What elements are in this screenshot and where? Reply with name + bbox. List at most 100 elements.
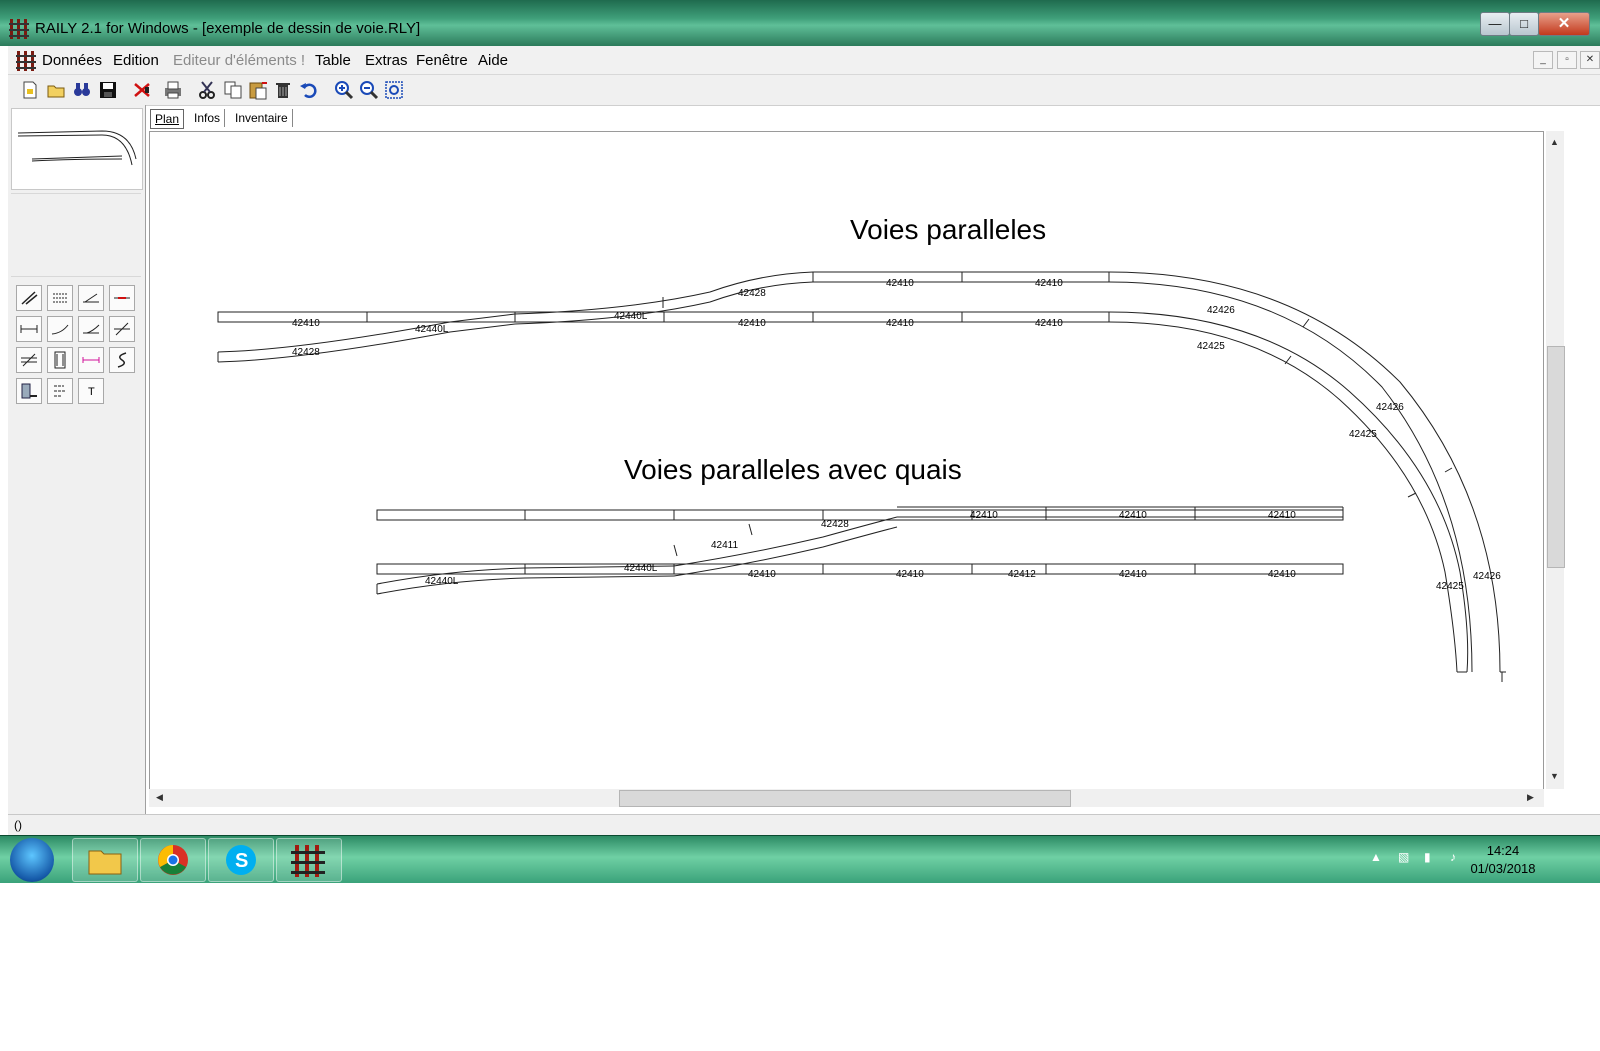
raily-app-icon <box>9 19 29 39</box>
zoom-in-icon[interactable] <box>332 78 356 102</box>
copy-icon[interactable] <box>221 78 245 102</box>
bridge-tool-icon[interactable] <box>47 347 73 373</box>
platform-tool-icon[interactable] <box>16 378 42 404</box>
toolbar <box>8 75 1600 106</box>
menu-table[interactable]: Table <box>315 52 351 69</box>
window-titlebar: RAILY 2.1 for Windows - [exemple de dess… <box>0 0 1600 46</box>
status-bar: () <box>8 814 1600 835</box>
mdi-minimize-button[interactable]: _ <box>1533 51 1553 69</box>
track-label: 42410 <box>1268 510 1296 521</box>
open-folder-icon[interactable] <box>44 78 68 102</box>
tab-infos[interactable]: Infos <box>190 109 226 127</box>
track-label: 42412 <box>1008 569 1036 580</box>
trash-icon[interactable] <box>271 78 295 102</box>
zoom-out-icon[interactable] <box>357 78 381 102</box>
scroll-up-arrow-icon[interactable]: ▲ <box>1550 137 1559 147</box>
double-slip-tool-icon[interactable] <box>16 347 42 373</box>
scroll-right-arrow-icon[interactable]: ▶ <box>1527 792 1534 803</box>
track-label: 42410 <box>1119 510 1147 521</box>
straight-track-tool-icon[interactable] <box>16 316 42 342</box>
track-label: 42411 <box>711 540 739 551</box>
scroll-down-arrow-icon[interactable]: ▼ <box>1550 771 1559 781</box>
mdi-restore-button[interactable]: ▫ <box>1557 51 1577 69</box>
tab-plan[interactable]: Plan <box>150 109 185 129</box>
volume-icon[interactable]: ♪ <box>1450 850 1456 864</box>
menu-extras[interactable]: Extras <box>365 52 408 69</box>
clock-time: 14:24 <box>1486 843 1520 858</box>
cut-delete-icon[interactable] <box>130 78 154 102</box>
left-panel: T <box>8 105 146 832</box>
plan-canvas[interactable]: Voies paralleles Voies paralleles avec q… <box>149 131 1544 791</box>
taskbar-clock[interactable]: 14:24 01/03/2018 <box>1460 842 1546 878</box>
track-label: 42440L <box>415 324 449 335</box>
binoculars-icon[interactable] <box>70 78 94 102</box>
close-button[interactable]: ✕ <box>1538 12 1590 36</box>
track-label: 42410 <box>1268 569 1296 580</box>
horizontal-scrollbar[interactable]: ◀ ▶ <box>149 789 1544 807</box>
undo-icon[interactable] <box>297 78 321 102</box>
chrome-icon[interactable] <box>140 838 206 882</box>
scroll-left-arrow-icon[interactable]: ◀ <box>156 792 163 803</box>
file-explorer-icon[interactable] <box>72 838 138 882</box>
track-label: 42410 <box>886 278 914 289</box>
track-label: 42410 <box>748 569 776 580</box>
raily-icon[interactable] <box>276 838 342 882</box>
maximize-button[interactable]: □ <box>1509 12 1539 36</box>
parallel-rail-tool-icon[interactable] <box>47 285 73 311</box>
show-hidden-icons-icon[interactable]: ▲ <box>1370 850 1382 864</box>
paste-icon[interactable] <box>246 78 270 102</box>
plan-title-1: Voies paralleles <box>850 214 1047 245</box>
track-label: 42440L <box>614 311 648 322</box>
cut-icon[interactable] <box>196 78 220 102</box>
svg-text:S: S <box>235 850 248 872</box>
track-label: 42410 <box>1035 318 1063 329</box>
skype-icon[interactable]: S <box>208 838 274 882</box>
menubar: Données Edition Editeur d'éléments ! Tab… <box>8 46 1600 75</box>
menu-fenetre[interactable]: Fenêtre <box>416 52 468 69</box>
track-label: 42428 <box>821 519 849 530</box>
track-label: 42428 <box>738 288 766 299</box>
turnout-right-tool-icon[interactable] <box>78 316 104 342</box>
track-label: 42410 <box>738 318 766 329</box>
track-label: 42428 <box>292 347 320 358</box>
track-label: 42425 <box>1197 341 1225 352</box>
curve-rail-tool-icon[interactable] <box>16 285 42 311</box>
vertical-scrollbar[interactable]: ▲ ▼ <box>1546 131 1565 789</box>
horizontal-scroll-thumb[interactable] <box>619 790 1071 807</box>
track-label: 42410 <box>1035 278 1063 289</box>
zoom-fit-icon[interactable] <box>382 78 406 102</box>
tab-inventaire[interactable]: Inventaire <box>231 109 293 127</box>
track-label: 42410 <box>896 569 924 580</box>
track-label: 42426 <box>1207 305 1235 316</box>
menu-donnees[interactable]: Données <box>42 52 102 69</box>
vertical-scroll-thumb[interactable] <box>1547 346 1565 568</box>
menu-aide[interactable]: Aide <box>478 52 508 69</box>
crossing-tool-icon[interactable] <box>109 316 135 342</box>
element-preview <box>11 193 141 277</box>
save-icon[interactable] <box>96 78 120 102</box>
new-file-icon[interactable] <box>18 78 42 102</box>
track-label: 42425 <box>1349 429 1377 440</box>
turnout-left-tool-icon[interactable] <box>78 285 104 311</box>
window-title: RAILY 2.1 for Windows - [exemple de dess… <box>35 20 421 37</box>
plan-preview[interactable] <box>11 108 143 190</box>
s-curve-tool-icon[interactable] <box>109 347 135 373</box>
text-tool-icon[interactable]: T <box>78 378 104 404</box>
battery-icon[interactable]: ▮ <box>1424 850 1431 864</box>
network-icon[interactable]: ▧ <box>1398 850 1409 864</box>
curved-track-tool-icon[interactable] <box>47 316 73 342</box>
menu-edition[interactable]: Edition <box>113 52 159 69</box>
menu-editeur-elements[interactable]: Editeur d'éléments ! <box>173 52 305 69</box>
plan-title-2: Voies paralleles avec quais <box>624 454 962 485</box>
start-button[interactable] <box>10 838 54 882</box>
print-icon[interactable] <box>161 78 185 102</box>
mdi-close-button[interactable]: ✕ <box>1580 51 1600 69</box>
document-icon[interactable] <box>16 49 36 71</box>
track-label: 42440L <box>425 576 459 587</box>
minimize-button[interactable]: — <box>1480 12 1510 36</box>
signal-tool-icon[interactable] <box>47 378 73 404</box>
svg-text:T: T <box>88 386 95 398</box>
track-label: 42410 <box>970 510 998 521</box>
flex-track-tool-icon[interactable] <box>78 347 104 373</box>
isolator-tool-icon[interactable] <box>109 285 135 311</box>
